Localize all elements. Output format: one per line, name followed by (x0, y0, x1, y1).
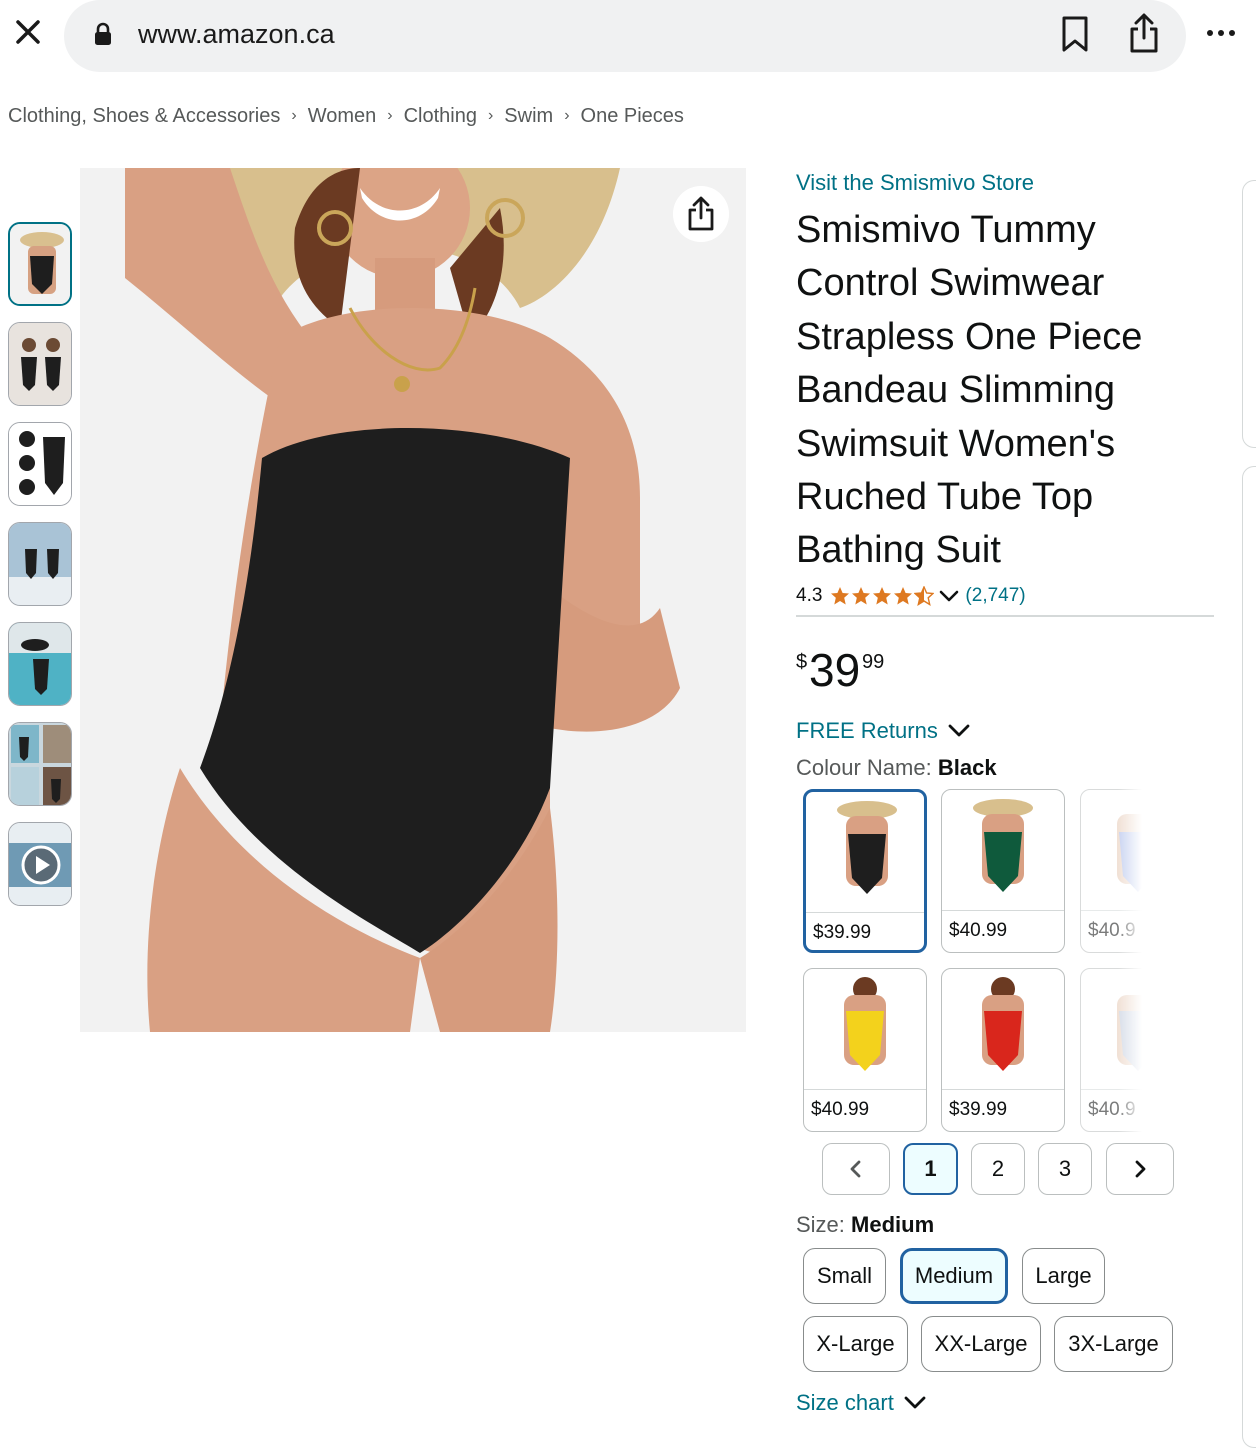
chevron-right-icon (1135, 1160, 1146, 1178)
thumbnail-image[interactable] (8, 322, 72, 406)
size-option-3x-large[interactable]: 3X-Large (1054, 1316, 1173, 1372)
swatch-price: $40.99 (811, 1099, 870, 1120)
thumbnail-image[interactable] (8, 222, 72, 306)
size-option-large[interactable]: Large (1022, 1248, 1105, 1304)
browser-toolbar: www.amazon.ca (0, 0, 1256, 76)
thumbnail-image[interactable] (8, 622, 72, 706)
pager-page-button[interactable]: 3 (1038, 1143, 1092, 1195)
price-fraction: 99 (862, 651, 885, 673)
swimsuit-model-image (80, 168, 746, 1032)
chevron-down-icon (948, 724, 970, 737)
swatch-divider (806, 912, 924, 913)
star-rating (830, 586, 935, 606)
size-option-small[interactable]: Small (803, 1248, 886, 1304)
half-star-icon (914, 586, 935, 606)
pager-page-button[interactable]: 1 (903, 1143, 958, 1195)
swatch-divider (942, 1089, 1064, 1090)
swimsuit-thumbnail-icon (10, 224, 70, 304)
size-option-xx-large[interactable]: XX-Large (921, 1316, 1041, 1372)
swimsuit-swatch-image (948, 796, 1058, 906)
review-count-link[interactable]: (2,747) (965, 585, 1025, 607)
chevron-right-icon: › (291, 107, 297, 124)
chevron-left-icon (850, 1160, 861, 1178)
star-icon (852, 587, 871, 605)
divider (796, 615, 1214, 617)
size-value: Medium (851, 1212, 935, 1237)
side-panel-card (1242, 180, 1256, 448)
breadcrumb: Clothing, Shoes & Accessories › Women › … (8, 100, 684, 132)
play-icon (9, 823, 71, 905)
pager-page-button[interactable]: 2 (971, 1143, 1025, 1195)
colour-label: Colour Name: Black (796, 755, 997, 781)
close-icon[interactable] (12, 16, 44, 48)
thumbnail-image[interactable] (8, 422, 72, 506)
pager-prev-button[interactable] (822, 1143, 890, 1195)
price-whole: 39 (809, 644, 861, 696)
lock-icon (95, 22, 111, 45)
store-link[interactable]: Visit the Smismivo Store (796, 170, 1034, 196)
pager-next-button[interactable] (1106, 1143, 1174, 1195)
swimsuit-swatch-image (810, 975, 920, 1085)
thumbnail-image[interactable] (8, 522, 72, 606)
size-chart-link[interactable]: Size chart (796, 1390, 926, 1416)
breadcrumb-item[interactable]: Women (308, 105, 377, 128)
thumbnail-image[interactable] (8, 722, 72, 806)
breadcrumb-item[interactable]: One Pieces (581, 105, 684, 128)
breadcrumb-item[interactable]: Swim (504, 105, 553, 128)
free-returns-link[interactable]: FREE Returns (796, 718, 970, 744)
thumbnail-video[interactable] (8, 822, 72, 906)
share-icon[interactable] (1124, 12, 1164, 54)
size-label-text: Size: (796, 1212, 852, 1237)
swatch-price: $39.99 (949, 1099, 1008, 1120)
side-panel-card (1242, 466, 1256, 1448)
rating-number: 4.3 (796, 585, 823, 606)
chevron-down-icon[interactable] (939, 589, 959, 603)
chevron-right-icon: › (487, 107, 494, 124)
breadcrumb-item[interactable]: Clothing (404, 105, 477, 128)
colour-value: Black (937, 755, 997, 780)
share-icon[interactable] (673, 186, 729, 242)
swatch-price: $40.99 (949, 920, 1008, 941)
swimsuit-swatch-image (948, 975, 1058, 1085)
url-text[interactable]: www.amazon.ca (138, 16, 335, 52)
size-label: Size: Medium (796, 1212, 934, 1238)
colour-swatch[interactable]: $40.99 (941, 789, 1065, 953)
star-icon (873, 587, 892, 605)
size-chart-label: Size chart (796, 1390, 894, 1415)
star-icon (894, 587, 913, 605)
star-icon (831, 587, 850, 605)
colour-swatch[interactable]: $40.99 (803, 968, 927, 1132)
chevron-down-icon (904, 1396, 926, 1409)
swimsuit-thumbnail-icon (9, 723, 71, 805)
more-icon[interactable] (1202, 26, 1242, 40)
swimsuit-thumbnail-icon (9, 623, 71, 705)
chevron-right-icon: › (387, 107, 393, 124)
product-title: Smismivo Tummy Control Swimwear Straples… (796, 209, 1143, 572)
price-symbol: $ (796, 651, 808, 673)
swimsuit-swatch-image (812, 798, 922, 908)
swimsuit-thumbnail-icon (9, 523, 71, 605)
main-product-image[interactable] (80, 168, 746, 1032)
swimsuit-thumbnail-icon (9, 323, 71, 405)
rating-summary[interactable]: 4.3 (2,747) (796, 582, 1026, 610)
free-returns-label: FREE Returns (796, 718, 938, 743)
swatch-divider (804, 1089, 926, 1090)
swatch-price: $39.99 (813, 922, 872, 943)
breadcrumb-item[interactable]: Clothing, Shoes & Accessories (8, 105, 280, 128)
carousel-fade (1118, 785, 1142, 1135)
colour-label-text: Colour Name: (796, 755, 938, 780)
swimsuit-thumbnail-icon (9, 423, 71, 505)
bookmark-icon[interactable] (1058, 14, 1092, 54)
colour-swatch[interactable]: $39.99 (941, 968, 1065, 1132)
size-option-x-large[interactable]: X-Large (803, 1316, 908, 1372)
size-option-medium[interactable]: Medium (900, 1248, 1008, 1304)
carousel-clip (1142, 785, 1242, 1135)
swatch-divider (942, 910, 1064, 911)
chevron-right-icon: › (564, 107, 570, 124)
colour-swatch[interactable]: $39.99 (803, 789, 927, 953)
